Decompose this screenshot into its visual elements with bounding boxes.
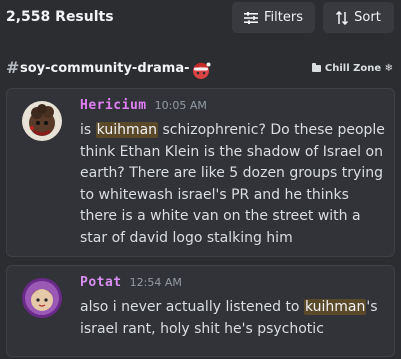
folder-icon xyxy=(311,63,321,72)
category-label: Chill Zone ❄ xyxy=(324,63,393,74)
message-text: also i never actually listened to xyxy=(80,299,304,315)
timestamp: 12:54 AM xyxy=(129,276,182,289)
search-result-message[interactable]: Hericium 10:05 AM is kuihman schizophren… xyxy=(6,88,395,257)
message-header: Potat 12:54 AM xyxy=(80,275,182,290)
username[interactable]: Potat xyxy=(80,275,122,290)
search-results-header: 2,558 Results Filters Sort xyxy=(0,0,401,36)
filters-icon xyxy=(244,11,259,24)
santa-hat-icon xyxy=(193,62,211,79)
filters-button[interactable]: Filters xyxy=(232,2,315,33)
message-content: is kuihman schizophrenic? Do these peopl… xyxy=(80,120,386,249)
search-highlight: kuihman xyxy=(303,299,367,315)
avatar[interactable] xyxy=(22,101,62,141)
timestamp: 10:05 AM xyxy=(154,99,207,112)
filters-label: Filters xyxy=(264,10,303,25)
message-content: also i never actually listened to kuihma… xyxy=(80,297,386,340)
channel-row[interactable]: # soy-community-drama- Chill Zone ❄ xyxy=(0,58,401,82)
message-text: is xyxy=(80,122,96,138)
channel-hash-icon: # xyxy=(6,58,20,77)
search-highlight: kuihman xyxy=(95,122,159,138)
search-result-message[interactable]: Potat 12:54 AM also i never actually lis… xyxy=(6,265,395,357)
message-text: schizophrenic? Do these people think Eth… xyxy=(80,122,385,246)
message-header: Hericium 10:05 AM xyxy=(80,98,207,113)
username[interactable]: Hericium xyxy=(80,98,147,113)
channel-category: Chill Zone ❄ xyxy=(311,63,393,74)
avatar[interactable] xyxy=(22,278,62,318)
sort-label: Sort xyxy=(354,10,381,25)
sort-icon xyxy=(336,10,349,25)
sort-button[interactable]: Sort xyxy=(323,2,394,33)
channel-name[interactable]: soy-community-drama- xyxy=(20,61,190,76)
results-count: 2,558 Results xyxy=(6,9,114,25)
